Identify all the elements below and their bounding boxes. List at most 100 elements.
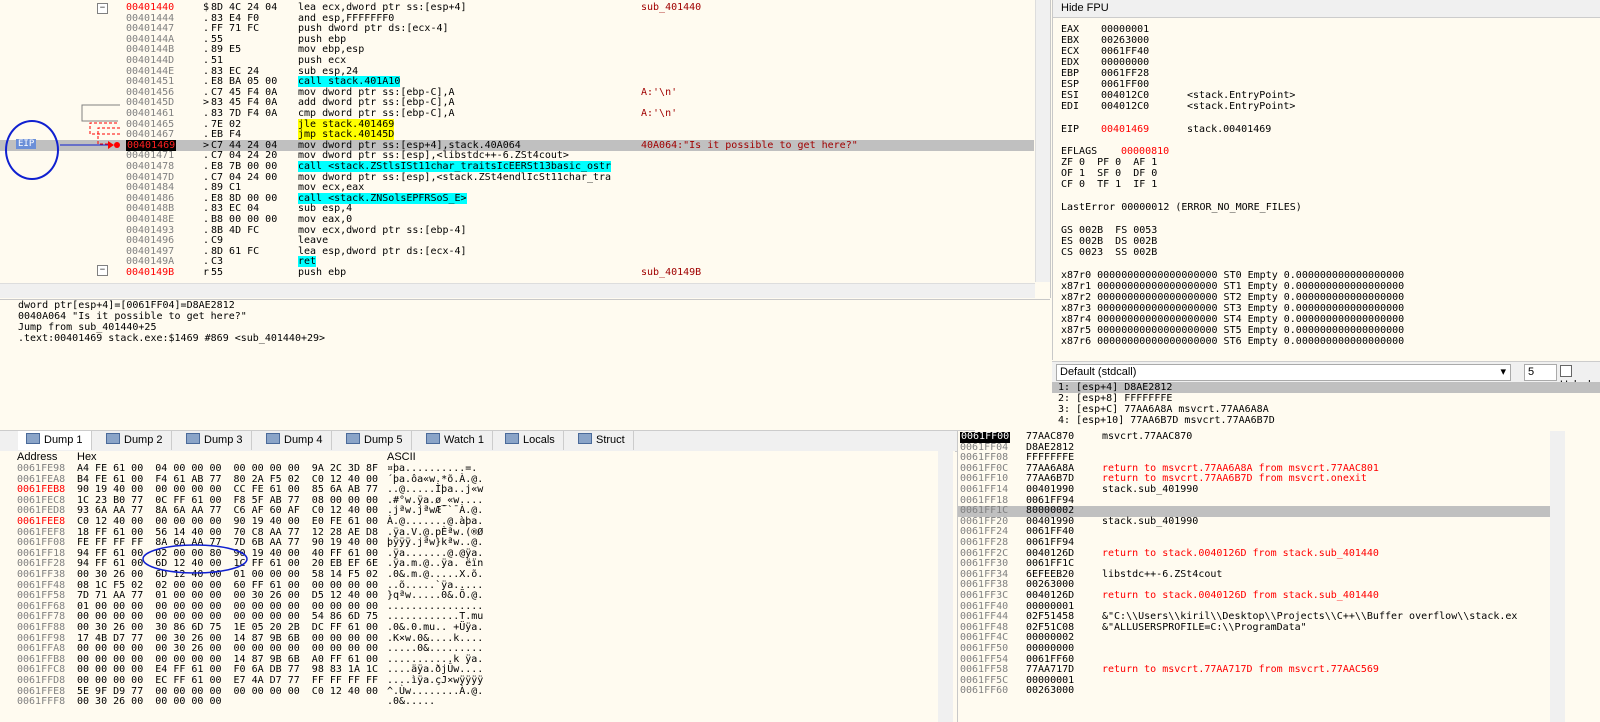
fpu-register-row[interactable]: x87r4 00000000000000000000 ST4 Empty 0.0… (1061, 314, 1404, 325)
tab-dump-1[interactable]: Dump 1 (18, 431, 92, 450)
disassembly-row[interactable]: 00401471. C7 04 24 20 mov dword ptr ss:[es… (0, 150, 1034, 161)
register-eflags[interactable]: EFLAGS 00000810 (1061, 146, 1169, 157)
instruction-address[interactable]: 0040144A (126, 34, 174, 45)
register-ecx[interactable]: ECX 0061FF40 (1061, 46, 1187, 57)
stack-vertical-scrollbar[interactable] (1550, 431, 1565, 722)
hide-fpu-button[interactable]: Hide FPU (1053, 0, 1600, 18)
register-value[interactable]: 00263000 (1101, 35, 1187, 46)
checkbox-icon[interactable] (1560, 365, 1572, 377)
dump-vertical-scrollbar[interactable] (938, 451, 953, 722)
dump-address[interactable]: 0061FF38 (17, 569, 65, 581)
instruction-address[interactable]: 0040148B (126, 203, 174, 214)
stack-value[interactable]: 00000000 (1026, 643, 1074, 655)
stack-address[interactable]: 0061FF14 (960, 484, 1008, 496)
instruction-text[interactable]: call <stack.ZNSolsEPFRSoS_E> (298, 192, 467, 204)
dump-address[interactable]: 0061FFD8 (17, 675, 65, 687)
segment-registers-row[interactable]: ES 002B DS 002B (1061, 236, 1157, 247)
tab-dump-2[interactable]: Dump 2 (98, 431, 172, 450)
instruction-text[interactable]: mov dword ptr ss:[esp+4],stack.40A064 (298, 140, 521, 151)
instruction-text[interactable]: mov eax,0 (298, 214, 352, 225)
instruction-address[interactable]: 00401484 (126, 182, 174, 193)
disassembly-row[interactable]: 00401486. E8 8D 00 00 call <stack.ZNSolsEP… (0, 192, 1034, 204)
dump-ascii[interactable]: .0&.m.@.....X.õ. (387, 569, 483, 581)
register-value[interactable]: 004012C0 (1101, 90, 1187, 101)
fpu-register-row[interactable]: x87r1 00000000000000000000 ST1 Empty 0.0… (1061, 281, 1404, 292)
register-edi[interactable]: EDI 004012C0 <stack.EntryPoint> (1061, 101, 1295, 112)
register-esi[interactable]: ESI 004012C0 <stack.EntryPoint> (1061, 90, 1295, 101)
disassembly-horizontal-scrollbar[interactable] (0, 283, 1035, 298)
register-ebp[interactable]: EBP 0061FF28 (1061, 68, 1187, 79)
dump-address[interactable]: 0061FFF8 (17, 697, 65, 708)
instruction-text[interactable]: and esp,FFFFFFF0 (298, 13, 394, 24)
dump-address[interactable]: 0061FE98 (17, 463, 65, 475)
disassembly-row[interactable]: 00401461. 83 7D F4 0A cmp dword ptr ss:[eb… (0, 108, 1034, 119)
instruction-address[interactable]: 00401456 (126, 87, 174, 98)
tab-dump-4[interactable]: Dump 4 (258, 431, 332, 450)
instruction-address[interactable]: 00401447 (126, 23, 174, 34)
instruction-text[interactable]: push ebp (298, 34, 346, 45)
instruction-text[interactable]: lea ecx,dword ptr ss:[esp+4] (298, 2, 467, 13)
disassembly-row[interactable]: 00401469 > C7 44 24 04 mov dword ptr ss:[es… (0, 139, 1034, 151)
disassembly-row[interactable]: 00401456. C7 45 F4 0A mov dword ptr ss:[eb… (0, 87, 1034, 98)
instruction-address[interactable]: 00401493 (126, 225, 174, 236)
instruction-text[interactable]: mov dword ptr ss:[esp],<libstdc++-6.ZSt4… (298, 150, 569, 161)
register-value[interactable]: 0061FF28 (1101, 68, 1187, 79)
instruction-text[interactable]: sub esp,4 (298, 203, 352, 214)
instruction-text[interactable]: mov dword ptr ss:[ebp-C],A (298, 87, 455, 98)
fpu-register-row[interactable]: x87r3 00000000000000000000 ST3 Empty 0.0… (1061, 303, 1404, 314)
instruction-text[interactable]: call stack.401A10 (298, 76, 401, 88)
hex-column-header[interactable]: Hex (77, 451, 97, 463)
last-error[interactable]: LastError 00000012 (ERROR_NO_MORE_FILES) (1061, 202, 1302, 213)
disassembly-row[interactable]: 0040144B. 89 E5 mov ebp,esp (0, 44, 1034, 55)
disassembly-row[interactable]: 00401447. FF 71 FC push dword ptr ds:[ecx-… (0, 23, 1034, 34)
instruction-address[interactable]: 00401471 (126, 150, 174, 161)
instruction-text[interactable]: sub esp,24 (298, 66, 358, 77)
segment-registers-row[interactable]: GS 002B FS 0053 (1061, 225, 1157, 236)
register-value[interactable]: 004012C0 (1101, 101, 1187, 112)
disassembly-row[interactable]: 0040144D. 51 push ecx (0, 55, 1034, 66)
fpu-register-row[interactable]: x87r2 00000000000000000000 ST2 Empty 0.0… (1061, 292, 1404, 303)
dump-ascii[interactable]: ....ìÿa.çJ×wÿÿÿÿ (387, 675, 483, 687)
instruction-address[interactable]: 0040144B (126, 44, 174, 55)
instruction-text[interactable]: mov ebp,esp (298, 44, 364, 55)
flags-row[interactable]: CF 0 TF 1 IF 1 (1061, 179, 1157, 190)
register-value[interactable]: 0061FF00 (1101, 79, 1187, 90)
stack-row[interactable]: 0061FF00 77AAC870 msvcrt.77AAC870 (958, 431, 1558, 443)
disassembly-row[interactable]: 00401478. E8 7B 00 00 call <stack.ZStlsISt… (0, 161, 1034, 172)
disassembly-row[interactable]: 00401496. C9 leave (0, 235, 1034, 246)
instruction-text[interactable]: push ecx (298, 55, 346, 66)
instruction-address[interactable]: 0040149B (126, 267, 174, 278)
stack-address[interactable]: 0061FF3C (960, 590, 1008, 602)
fpu-register-row[interactable]: x87r6 00000000000000000000 ST6 Empty 0.0… (1061, 336, 1404, 347)
tab-dump-3[interactable]: Dump 3 (178, 431, 252, 450)
disassembly-row[interactable]: 0040149B r 55 push ebp sub_40149B (0, 267, 1034, 278)
disassembly-row[interactable]: 00401440 $8D 4C 24 04 lea ecx,dword ptr ss… (0, 2, 1034, 13)
instruction-text[interactable]: push dword ptr ds:[ecx-4] (298, 23, 449, 34)
stack-value[interactable]: 0040126D (1026, 590, 1074, 602)
instruction-address[interactable]: 00401461 (126, 108, 174, 119)
stack-address[interactable]: 0061FF28 (960, 537, 1008, 549)
stack-row[interactable]: 0061FF60 00263000 (958, 686, 1558, 697)
instruction-text[interactable]: add dword ptr ss:[ebp-C],A (298, 97, 455, 108)
instruction-text[interactable]: jmp stack.40145D (298, 129, 395, 141)
disassembly-row[interactable]: 00401493. 8B 4D FC mov ecx,dword ptr ss:[e… (0, 225, 1034, 236)
instruction-address[interactable]: 0040144D (126, 55, 174, 66)
stack-value[interactable]: 0061FF94 (1026, 537, 1074, 549)
disassembly-row[interactable]: 00401465. 7E 02 jle stack.401469 (0, 118, 1034, 130)
disassembly-row[interactable]: 0040144E. 83 EC 24 sub esp,24 (0, 66, 1034, 77)
register-value[interactable]: 00000001 (1101, 24, 1187, 35)
disassembly-row[interactable]: 00401444. 83 E4 F0 and esp,FFFFFFF0 (0, 13, 1034, 24)
disassembly-row[interactable]: 0040147D. C7 04 24 00 mov dword ptr ss:[es… (0, 172, 1034, 183)
stack-arguments-pane[interactable]: 1: [esp+4] D8AE2812 2: [esp+8] FFFFFFFE … (1052, 382, 1600, 428)
dump-address[interactable]: 0061FF88 (17, 622, 65, 634)
instruction-address[interactable]: 00401497 (126, 246, 174, 257)
disassembly-vertical-scrollbar[interactable] (1035, 0, 1050, 282)
stack-arg[interactable]: 3: [esp+C] 77AA6A8A msvcrt.77AA6A8A (1052, 404, 1600, 415)
instruction-address[interactable]: 0040147D (126, 172, 174, 183)
instruction-text[interactable]: ret (298, 256, 317, 268)
instruction-text[interactable]: cmp dword ptr ss:[ebp-C],A (298, 108, 455, 119)
flags-row[interactable]: ZF 0 PF 0 AF 1 (1061, 157, 1157, 168)
register-eax[interactable]: EAX 00000001 (1061, 24, 1187, 35)
dump-ascii[interactable]: À.@.......@.àþa. (387, 516, 483, 528)
dump-ascii[interactable]: .0&.0.mu.. +Üÿa. (387, 622, 483, 634)
